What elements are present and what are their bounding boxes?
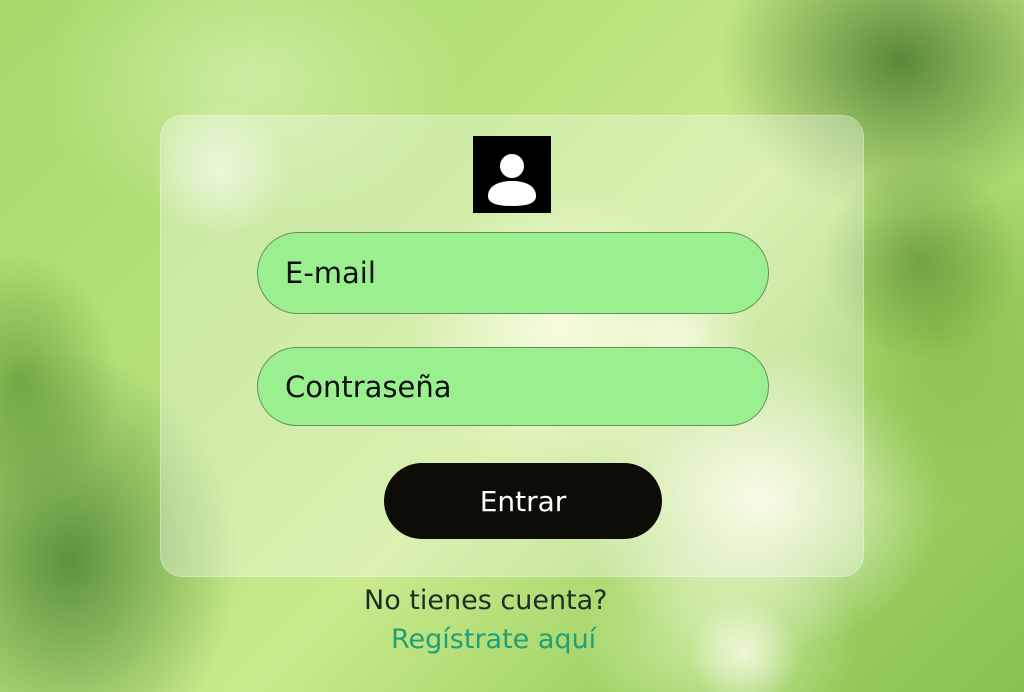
email-placeholder: E-mail xyxy=(285,256,376,290)
password-field[interactable]: Contraseña xyxy=(257,347,769,426)
email-field[interactable]: E-mail xyxy=(257,232,769,314)
login-button[interactable]: Entrar xyxy=(384,463,662,539)
background-bokeh xyxy=(690,600,800,692)
no-account-prompt: No tienes cuenta? xyxy=(364,585,608,616)
password-placeholder: Contraseña xyxy=(285,369,452,404)
login-button-label: Entrar xyxy=(479,484,567,518)
register-link[interactable]: Regístrate aquí xyxy=(391,624,596,655)
user-avatar-icon xyxy=(473,136,551,213)
